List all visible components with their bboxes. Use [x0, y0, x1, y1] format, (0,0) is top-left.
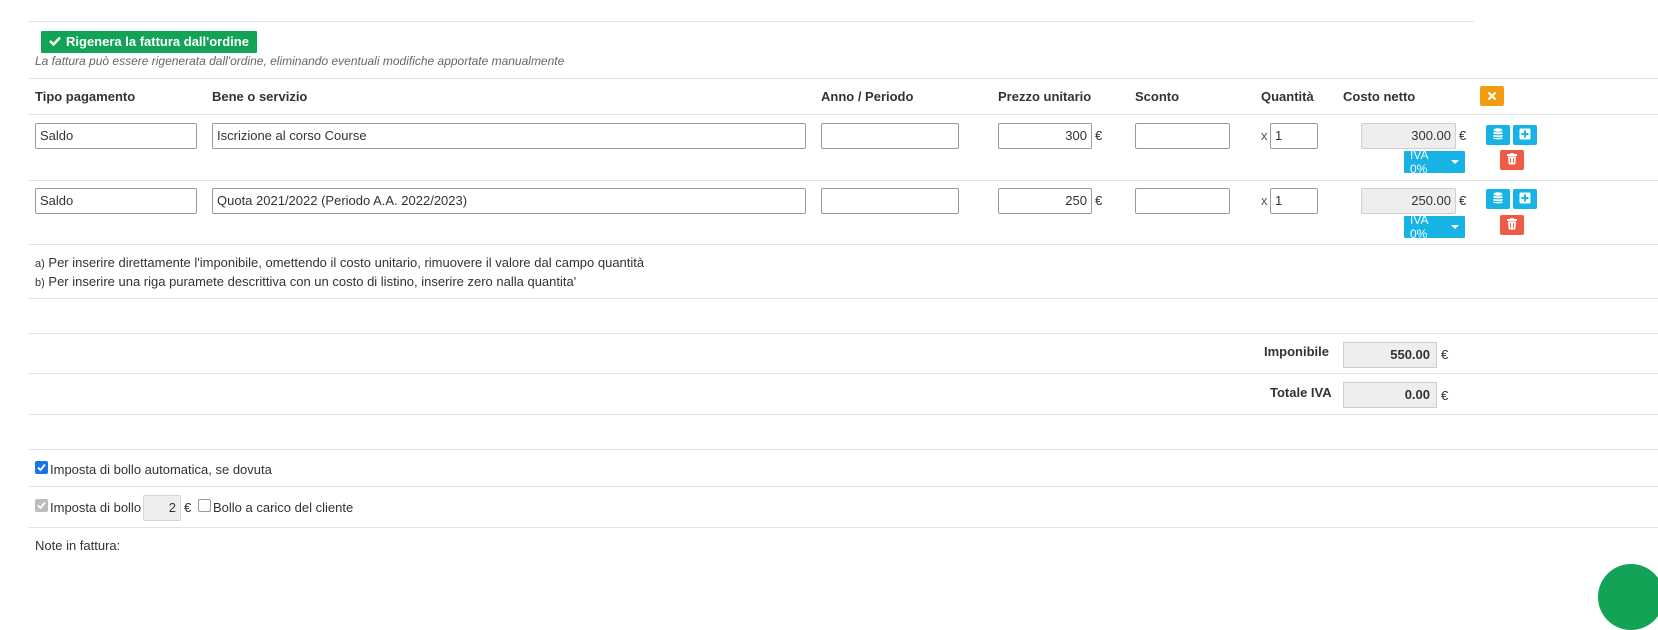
- imponibile-label: Imponibile: [1264, 344, 1329, 359]
- imposta-bollo-label: Imposta di bollo: [50, 500, 142, 515]
- header-tipo-pagamento: Tipo pagamento: [35, 89, 136, 104]
- row2-costo-currency: €: [1459, 193, 1467, 208]
- row1-sconto-input[interactable]: [1135, 123, 1230, 149]
- row2-prezzo-currency: €: [1095, 193, 1103, 208]
- imposta-bollo-checkbox[interactable]: [35, 499, 48, 512]
- row1-prezzo-input[interactable]: 300: [998, 123, 1092, 149]
- hint-a-prefix: a): [35, 258, 45, 270]
- bollo-carico-cliente-checkbox[interactable]: [198, 499, 211, 512]
- row2-iva-dropdown[interactable]: IVA 0%: [1404, 213, 1465, 241]
- row1-costo-currency: €: [1459, 128, 1467, 143]
- row1-bene-input[interactable]: Iscrizione al corso Course: [212, 123, 806, 149]
- bollo-auto-label: Imposta di bollo automatica, se dovuta: [50, 462, 272, 477]
- hint-b-text: Per inserire una riga puramete descritti…: [48, 274, 577, 289]
- row1-prezzo-currency: €: [1095, 128, 1103, 143]
- plus-square-icon: [1519, 128, 1531, 143]
- row2-database-button[interactable]: [1486, 189, 1510, 209]
- row2-costo-netto: 250.00: [1361, 188, 1456, 214]
- imposta-bollo-currency: €: [184, 500, 192, 515]
- bollo-auto-checkbox[interactable]: [35, 461, 48, 474]
- row2-iva-label: IVA 0%: [1410, 213, 1428, 241]
- caret-down-icon: [1451, 225, 1459, 229]
- totale-iva-currency: €: [1441, 388, 1449, 403]
- regenerate-invoice-label: Rigenera la fattura dall'ordine: [66, 34, 249, 49]
- trash-icon: [1507, 217, 1517, 233]
- close-icon: [1487, 89, 1497, 104]
- row1-tipo-input[interactable]: Saldo: [35, 123, 197, 149]
- bollo-carico-cliente-label: Bollo a carico del cliente: [213, 500, 354, 515]
- header-anno-periodo: Anno / Periodo: [821, 89, 914, 104]
- caret-down-icon: [1451, 160, 1459, 164]
- row1-iva-label: IVA 0%: [1410, 148, 1428, 176]
- remove-all-button[interactable]: [1480, 86, 1504, 106]
- check-icon: [49, 31, 61, 53]
- row1-iva-dropdown[interactable]: IVA 0%: [1404, 148, 1465, 176]
- database-icon: [1493, 191, 1503, 207]
- regenerate-note: La fattura può essere rigenerata dall'or…: [35, 54, 565, 68]
- row2-add-row-button[interactable]: [1513, 189, 1537, 209]
- row2-prezzo-input[interactable]: 250: [998, 188, 1092, 214]
- row2-bene-input[interactable]: Quota 2021/2022 (Periodo A.A. 2022/2023): [212, 188, 806, 214]
- totale-iva-label: Totale IVA: [1270, 385, 1332, 400]
- row2-tipo-input[interactable]: Saldo: [35, 188, 197, 214]
- row1-costo-netto: 300.00: [1361, 123, 1456, 149]
- header-quantita: Quantità: [1261, 89, 1314, 104]
- header-sconto: Sconto: [1135, 89, 1180, 104]
- totale-iva-value: 0.00: [1343, 382, 1437, 408]
- row2-multiply-sign: x: [1261, 193, 1268, 208]
- row1-add-row-button[interactable]: [1513, 125, 1537, 145]
- hint-b: b) Per inserire una riga puramete descri…: [35, 274, 576, 289]
- row1-multiply-sign: x: [1261, 128, 1268, 143]
- plus-square-icon: [1519, 192, 1531, 207]
- row1-anno-input[interactable]: [821, 123, 959, 149]
- hint-b-prefix: b): [35, 277, 45, 289]
- row2-sconto-input[interactable]: [1135, 188, 1230, 214]
- header-bene-servizio: Bene o servizio: [212, 89, 308, 104]
- trash-icon: [1507, 152, 1517, 168]
- header-costo-netto: Costo netto: [1343, 89, 1416, 104]
- floating-action-button[interactable]: [1598, 564, 1658, 630]
- note-fattura-label: Note in fattura:: [35, 538, 121, 553]
- database-icon: [1493, 127, 1503, 143]
- imponibile-value: 550.00: [1343, 342, 1437, 368]
- row2-quantita-input[interactable]: 1: [1270, 188, 1318, 214]
- row1-database-button[interactable]: [1486, 125, 1510, 145]
- imponibile-currency: €: [1441, 347, 1449, 362]
- header-prezzo-unitario: Prezzo unitario: [998, 89, 1092, 104]
- row1-quantita-input[interactable]: 1: [1270, 123, 1318, 149]
- row2-anno-input[interactable]: [821, 188, 959, 214]
- hint-a-text: Per inserire direttamente l'imponibile, …: [48, 255, 645, 270]
- hint-a: a) Per inserire direttamente l'imponibil…: [35, 255, 644, 270]
- row2-delete-button[interactable]: [1500, 215, 1524, 235]
- regenerate-invoice-button[interactable]: Rigenera la fattura dall'ordine: [41, 31, 257, 53]
- row1-delete-button[interactable]: [1500, 150, 1524, 170]
- imposta-bollo-input[interactable]: 2: [143, 495, 181, 521]
